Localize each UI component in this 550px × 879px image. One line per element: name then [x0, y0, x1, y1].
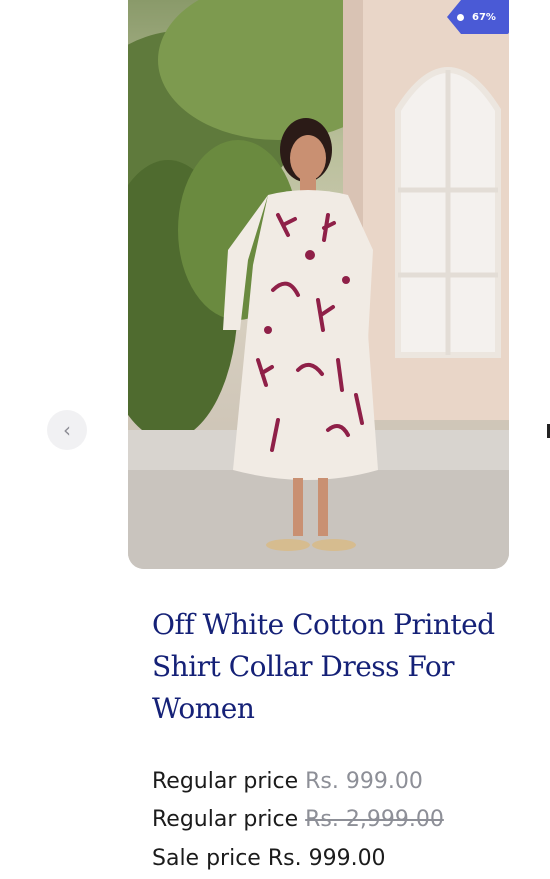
product-image[interactable]	[128, 0, 509, 569]
compare-price-label: Regular price	[152, 807, 299, 833]
regular-price-value: Rs. 999.00	[305, 768, 423, 794]
sale-price-value: Rs. 999.00	[267, 845, 386, 871]
price-block: Regular price Rs. 999.00 Regular price R…	[152, 762, 444, 878]
regular-price-label: Regular price	[152, 768, 299, 794]
chevron-left-icon: ‹	[63, 418, 71, 442]
regular-price-row: Regular price Rs. 999.00	[152, 762, 444, 801]
discount-percent: 67%	[472, 11, 496, 23]
sale-price-label: Sale price	[152, 845, 261, 871]
compare-price-row: Regular price Rs. 2,999.00	[152, 801, 444, 840]
carousel-prev-button[interactable]: ‹	[47, 410, 87, 450]
compare-price-value: Rs. 2,999.00	[305, 807, 444, 833]
sale-price-row: Sale price Rs. 999.00	[152, 839, 444, 878]
badge-dot-icon	[457, 13, 464, 21]
product-title: Off White Cotton Printed Shirt Collar Dr…	[152, 608, 495, 725]
product-image-carousel: 67% ‹	[0, 0, 550, 580]
